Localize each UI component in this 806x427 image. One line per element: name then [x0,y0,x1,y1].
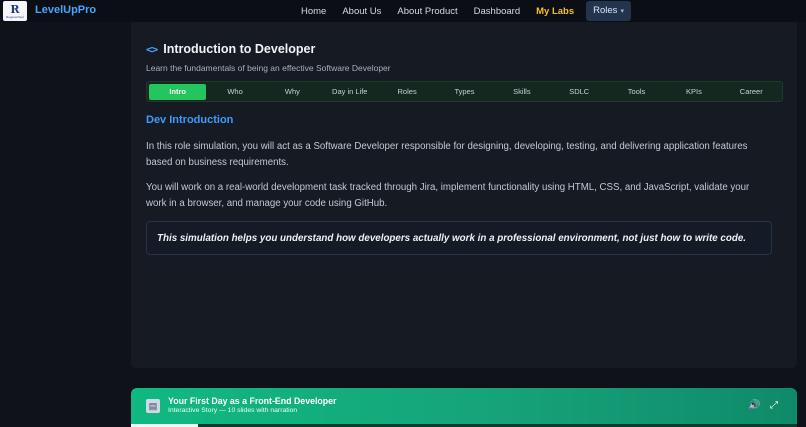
tab-skills[interactable]: Skills [493,84,550,100]
brand-name[interactable]: LevelUpPro [35,4,96,16]
logo-letter: R [10,2,20,16]
story-subtitle: Interactive Story — 10 slides with narra… [168,407,298,414]
tab-roles[interactable]: Roles [378,84,435,100]
tab-why[interactable]: Why [264,84,321,100]
top-navbar: R RegenerNext LevelUpPro Home About Us A… [0,0,806,22]
page-title-row: <> Introduction to Developer [146,42,315,56]
fullscreen-icon[interactable]: ⤢ [770,400,778,411]
callout-box: This simulation helps you understand how… [146,221,772,255]
tab-day-in-life[interactable]: Day in Life [321,84,378,100]
tab-sdlc[interactable]: SDLC [551,84,608,100]
nav-home[interactable]: Home [293,6,334,17]
nav-about-product[interactable]: About Product [389,6,465,17]
slides-icon: ▤ [146,399,160,413]
speaker-icon[interactable]: 🔊 [748,400,760,411]
nav-my-labs[interactable]: My Labs [528,6,582,17]
page-subtitle: Learn the fundamentals of being an effec… [146,63,391,73]
chevron-down-icon: ▾ [620,7,624,15]
page-title: Introduction to Developer [163,42,316,56]
tab-kpis[interactable]: KPIs [665,84,722,100]
section-title: Dev Introduction [146,114,234,126]
nav-roles-dropdown[interactable]: Roles ▾ [586,1,631,21]
intro-paragraph-2: You will work on a real-world developmen… [146,182,750,209]
section-tabs: Intro Who Why Day in Life Roles Types Sk… [146,81,783,102]
story-banner[interactable]: ▤ Your First Day as a Front-End Develope… [131,388,797,427]
code-icon: <> [146,42,158,56]
logo-subtext: RegenerNext [6,14,24,19]
nav-roles-label: Roles [593,5,618,16]
tab-intro[interactable]: Intro [149,83,207,100]
intro-paragraph-1: In this role simulation, you will act as… [146,141,748,168]
nav-about-us[interactable]: About Us [334,6,389,17]
tab-career[interactable]: Career [723,84,780,100]
nav-dashboard[interactable]: Dashboard [466,6,528,17]
nav-links: Home About Us About Product Dashboard My… [293,0,631,22]
intro-card: <> Introduction to Developer Learn the f… [131,22,797,368]
tab-types[interactable]: Types [436,84,493,100]
callout-text: This simulation helps you understand how… [157,232,746,244]
story-title: Your First Day as a Front-End Developer [168,396,337,406]
logo[interactable]: R RegenerNext [3,1,27,21]
tab-who[interactable]: Who [206,84,263,100]
tab-tools[interactable]: Tools [608,84,665,100]
